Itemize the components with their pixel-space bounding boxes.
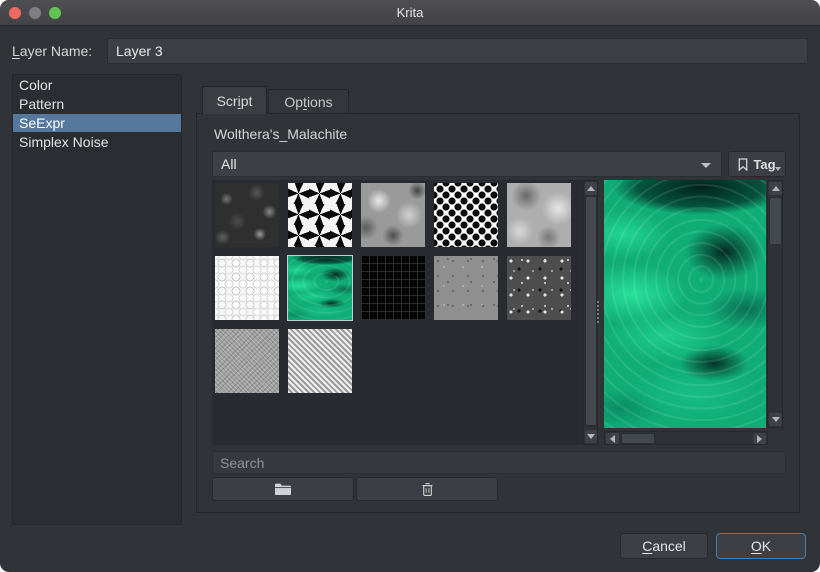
- layer-name-label: Layer Name:: [12, 38, 92, 64]
- search-input[interactable]: [212, 451, 786, 474]
- grid-vertical-scrollbar[interactable]: [583, 180, 598, 445]
- pattern-thumbnail-green-malachite[interactable]: [288, 256, 352, 320]
- pattern-thumbnail-diagonal-weave[interactable]: [288, 329, 352, 393]
- scroll-right-icon[interactable]: [753, 433, 766, 444]
- tag-button-label: Tag: [753, 157, 775, 172]
- tab-script[interactable]: Script: [202, 86, 267, 114]
- tag-filter-combobox[interactable]: All: [212, 151, 722, 177]
- minimize-button-icon: [29, 7, 41, 19]
- generator-item-seexpr[interactable]: SeExpr: [13, 114, 181, 132]
- generator-item-simplex-noise[interactable]: Simplex Noise: [13, 133, 181, 151]
- pattern-thumbnail-bw-triangle-mosaic[interactable]: [288, 183, 352, 247]
- pattern-chooser: [212, 180, 786, 446]
- pattern-preview: [604, 180, 766, 428]
- chevron-down-icon: [701, 163, 711, 168]
- pattern-thumbnail-black-maze[interactable]: [361, 256, 425, 320]
- scroll-up-icon[interactable]: [769, 182, 782, 195]
- cancel-button[interactable]: Cancel: [620, 533, 708, 559]
- tag-button[interactable]: Tag: [728, 151, 786, 177]
- generator-list[interactable]: ColorPatternSeExprSimplex Noise: [12, 74, 182, 525]
- preview-hscrollbar-thumb[interactable]: [621, 433, 655, 444]
- pattern-thumbnail-speckled-noise[interactable]: [507, 256, 571, 320]
- preview-vertical-scrollbar[interactable]: [767, 180, 783, 428]
- delete-resource-button[interactable]: [356, 477, 498, 501]
- scroll-down-icon[interactable]: [585, 430, 597, 443]
- krita-fill-layer-dialog: Krita Layer Name: ColorPatternSeExprSimp…: [0, 0, 820, 572]
- import-resource-button[interactable]: [212, 477, 354, 501]
- layer-name-input[interactable]: [107, 38, 808, 64]
- pattern-thumbnail-fine-grain[interactable]: [215, 329, 279, 393]
- close-button-icon[interactable]: [9, 7, 21, 19]
- bookmark-icon: [738, 158, 748, 171]
- pattern-thumbnail-concrete[interactable]: [434, 256, 498, 320]
- pattern-thumbnail-dark-marble[interactable]: [215, 183, 279, 247]
- splitter-handle[interactable]: [597, 301, 599, 323]
- preview-horizontal-scrollbar[interactable]: [604, 431, 768, 445]
- generator-item-pattern[interactable]: Pattern: [13, 95, 181, 113]
- pattern-thumbnail-halftone-dots[interactable]: [434, 183, 498, 247]
- folder-icon: [274, 482, 292, 496]
- scroll-left-icon[interactable]: [606, 433, 619, 444]
- titlebar: Krita: [0, 0, 820, 26]
- tag-filter-selected: All: [221, 156, 237, 172]
- ok-button[interactable]: OK: [716, 533, 806, 559]
- pattern-thumbnail-gray-clouds[interactable]: [361, 183, 425, 247]
- window-title: Krita: [397, 5, 424, 20]
- pattern-thumbnail-white-loops[interactable]: [215, 256, 279, 320]
- traffic-lights: [9, 7, 61, 19]
- pattern-grid: [212, 180, 583, 396]
- grid-scrollbar-thumb[interactable]: [585, 196, 597, 426]
- tag-dropdown-caret-icon: [775, 167, 781, 171]
- scroll-up-icon[interactable]: [585, 182, 597, 195]
- preview-vscrollbar-thumb[interactable]: [769, 197, 782, 245]
- tab-options[interactable]: Options: [268, 89, 349, 113]
- pattern-grid-viewport: [212, 180, 583, 445]
- generator-item-color[interactable]: Color: [13, 76, 181, 94]
- selected-pattern-name: Wolthera's_Malachite: [214, 126, 347, 146]
- pattern-thumbnail-soft-clouds[interactable]: [507, 183, 571, 247]
- trash-icon: [421, 482, 434, 497]
- scroll-down-icon[interactable]: [769, 413, 782, 426]
- zoom-button-icon[interactable]: [49, 7, 61, 19]
